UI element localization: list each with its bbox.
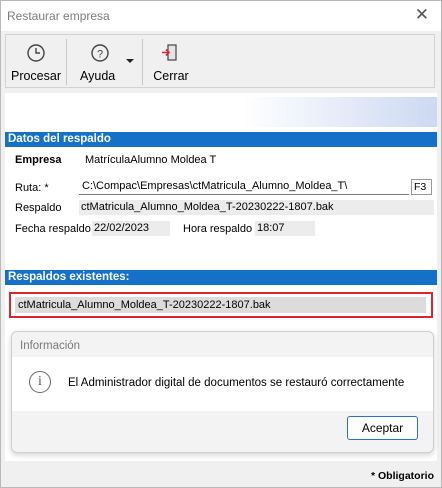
info-icon: i [29, 371, 51, 393]
procesar-button[interactable]: Procesar [8, 35, 64, 87]
datos-form: Empresa MatrículaAlumno Moldea T Ruta: *… [5, 149, 437, 259]
respaldo-value: ctMatricula_Alumno_Moldea_T-20230222-180… [79, 200, 434, 215]
fecha-respaldo-label: Fecha respaldo [15, 223, 91, 235]
section-header-respaldos: Respaldos existentes: [5, 270, 437, 285]
ayuda-button[interactable]: ? Ayuda [70, 35, 136, 87]
header-banner [5, 97, 437, 127]
chevron-down-icon[interactable] [126, 59, 134, 63]
dialog-message: El Administrador digital de documentos s… [68, 377, 405, 389]
ruta-input[interactable]: C:\Compac\Empresas\ctMatricula_Alumno_Mo… [79, 179, 409, 195]
hora-respaldo-value: 18:07 [255, 221, 315, 236]
empresa-value: MatrículaAlumno Moldea T [85, 154, 217, 166]
svg-text:?: ? [97, 49, 103, 61]
respaldo-label: Respaldo [15, 202, 62, 214]
toolbar-separator [142, 39, 143, 85]
required-note: * Obligatorio [371, 470, 434, 482]
title-bar: Restaurar empresa ✕ [1, 1, 441, 31]
ruta-label: Ruta: * [15, 182, 49, 194]
toolbar-separator [66, 39, 67, 85]
info-dialog: Información i El Administrador digital d… [11, 331, 434, 453]
f3-browse-button[interactable]: F3 [411, 179, 432, 195]
restore-company-window: Restaurar empresa ✕ Procesar ? Ayuda Cer… [0, 0, 442, 488]
cerrar-label: Cerrar [153, 69, 189, 83]
respaldos-list: ctMatricula_Alumno_Moldea_T-20230222-180… [9, 292, 433, 318]
aceptar-button[interactable]: Aceptar [347, 416, 418, 440]
toolbar: Procesar ? Ayuda Cerrar [5, 34, 435, 88]
section-header-datos: Datos del respaldo [5, 132, 437, 147]
exit-door-icon [146, 43, 196, 65]
list-item[interactable]: ctMatricula_Alumno_Moldea_T-20230222-180… [15, 297, 426, 313]
hora-respaldo-label: Hora respaldo [183, 223, 253, 235]
fecha-respaldo-value: 22/02/2023 [92, 221, 170, 236]
window-title: Restaurar empresa [7, 9, 110, 23]
empresa-label: Empresa [15, 154, 62, 166]
close-icon[interactable]: ✕ [415, 6, 429, 24]
dialog-title: Información [20, 340, 81, 352]
clock-icon [8, 43, 64, 65]
procesar-label: Procesar [10, 69, 62, 83]
cerrar-button[interactable]: Cerrar [146, 35, 196, 87]
ayuda-label: Ayuda [80, 69, 116, 83]
dialog-body: i El Administrador digital de documentos… [12, 357, 433, 411]
